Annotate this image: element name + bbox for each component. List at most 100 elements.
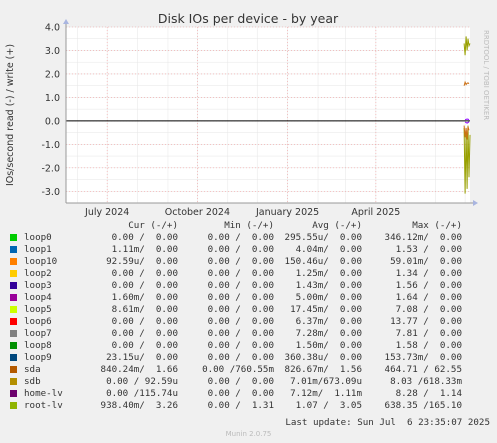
legend-cur: 938.40m/ 3.26 <box>100 400 178 411</box>
legend-name: loop7 <box>24 328 52 339</box>
legend-max: 7.08 / 0.00 <box>395 304 462 315</box>
legend-name: home-lv <box>24 388 63 399</box>
legend-cur: 8.61m/ 0.00 <box>111 304 178 315</box>
legend-cur: 0.00 / 92.59u <box>106 376 178 387</box>
legend-swatch <box>10 366 17 373</box>
legend-name: loop4 <box>24 292 52 303</box>
chart-title: Disk IOs per device - by year <box>158 11 339 26</box>
legend-avg: 17.45m/ 0.00 <box>290 304 362 315</box>
legend-swatch <box>10 294 17 301</box>
legend-swatch <box>10 282 17 289</box>
legend-row: loop8 0.00 / 0.00 0.00 / 0.00 1.50m/ 0.00 1.… <box>10 340 490 352</box>
plot-area <box>66 27 470 203</box>
y-tick-label: -3.0 <box>41 187 60 198</box>
legend-swatch <box>10 318 17 325</box>
legend-row: root-lv 938.40m/ 3.26 0.00 / 1.31 1.07 / 3.… <box>10 400 490 412</box>
legend-swatch <box>10 402 17 409</box>
legend-min: 0.00 / 0.00 <box>207 292 274 303</box>
legend-avg: 7.28m/ 0.00 <box>295 328 362 339</box>
legend-row: loop4 1.60m/ 0.00 0.00 / 0.00 5.00m/ 0.00 1.… <box>10 292 490 304</box>
y-tick-label: 0.0 <box>45 116 60 127</box>
y-tick-label: 3.0 <box>45 46 60 57</box>
legend-max: 1.56 / 0.00 <box>395 280 462 291</box>
header-cur: Cur (-/+) <box>128 220 178 231</box>
legend-min: 0.00 / 0.00 <box>207 376 274 387</box>
legend-header: Cur (-/+) Min (-/+) Avg (-/+) Max (-/+) <box>10 220 490 232</box>
legend-max: 59.01m/ 0.00 <box>390 256 462 267</box>
legend-name: loop10 <box>24 256 58 267</box>
legend-max: 464.71 / 62.55 <box>384 364 462 375</box>
legend-avg: 360.38u/ 0.00 <box>284 352 362 363</box>
y-tick-label: -2.0 <box>41 163 60 174</box>
legend-name: loop0 <box>24 232 52 243</box>
legend-max: 153.73m/ 0.00 <box>384 352 462 363</box>
legend-max: 1.34 / 0.00 <box>395 268 462 279</box>
legend-avg: 1.25m/ 0.00 <box>295 268 362 279</box>
legend-min: 0.00 / 0.00 <box>207 352 274 363</box>
legend-avg: 7.01m/673.09u <box>290 376 362 387</box>
legend-row: loop5 8.61m/ 0.00 0.00 / 0.00 17.45m/ 0.00 7… <box>10 304 490 316</box>
legend-row: loop9 23.15u/ 0.00 0.00 / 0.00 360.38u/ 0.0… <box>10 352 490 364</box>
legend-name: loop5 <box>24 304 52 315</box>
legend-avg: 5.00m/ 0.00 <box>295 292 362 303</box>
legend-cur: 1.11m/ 0.00 <box>111 244 178 255</box>
legend-min: 0.00 / 0.00 <box>207 328 274 339</box>
legend-min: 0.00 / 1.31 <box>207 400 274 411</box>
header-max: Max (-/+) <box>412 220 462 231</box>
legend-name: loop8 <box>24 340 52 351</box>
legend-row: loop1 1.11m/ 0.00 0.00 / 0.00 4.04m/ 0.00 1.… <box>10 244 490 256</box>
legend-min: 0.00 / 0.00 <box>207 268 274 279</box>
legend-swatch <box>10 330 17 337</box>
legend-avg: 6.37m/ 0.00 <box>295 316 362 327</box>
legend-avg: 295.55u/ 0.00 <box>284 232 362 243</box>
legend-row: loop10 92.59u/ 0.00 0.00 / 0.00 150.46u/ 0.… <box>10 256 490 268</box>
header-avg: Avg (-/+) <box>312 220 362 231</box>
legend-max: 1.58 / 0.00 <box>395 340 462 351</box>
header-min: Min (-/+) <box>224 220 274 231</box>
legend-min: 0.00 / 0.00 <box>207 388 274 399</box>
legend-cur: 0.00 / 0.00 <box>111 268 178 279</box>
legend-swatch <box>10 354 17 361</box>
legend-max: 8.28 / 1.14 <box>395 388 462 399</box>
legend-max: 638.35 /165.10 <box>384 400 462 411</box>
x-tick-label: October 2024 <box>165 207 230 218</box>
legend-cur: 23.15u/ 0.00 <box>106 352 178 363</box>
legend-swatch <box>10 246 17 253</box>
legend-cur: 840.24m/ 1.66 <box>100 364 178 375</box>
legend-row: loop7 0.00 / 0.00 0.00 / 0.00 7.28m/ 0.00 7.… <box>10 328 490 340</box>
munin-version: Munin 2.0.75 <box>225 430 272 438</box>
legend-max: 13.77 / 0.00 <box>390 316 462 327</box>
legend-cur: 1.60m/ 0.00 <box>111 292 178 303</box>
legend-row: loop0 0.00 / 0.00 0.00 / 0.00 295.55u/ 0.00… <box>10 232 490 244</box>
legend-swatch <box>10 390 17 397</box>
legend-max: 1.64 / 0.00 <box>395 292 462 303</box>
legend-name: loop2 <box>24 268 52 279</box>
legend-name: loop6 <box>24 316 52 327</box>
legend-name: loop1 <box>24 244 52 255</box>
legend-cur: 0.00 / 0.00 <box>111 328 178 339</box>
legend-avg: 1.50m/ 0.00 <box>295 340 362 351</box>
legend-cur: 0.00 /115.74u <box>106 388 178 399</box>
legend-name: root-lv <box>24 400 63 411</box>
legend-avg: 7.12m/ 1.11m <box>290 388 362 399</box>
legend-row: loop3 0.00 / 0.00 0.00 / 0.00 1.43m/ 0.00 1.… <box>10 280 490 292</box>
legend-name: sda <box>24 364 41 375</box>
legend-swatch <box>10 378 17 385</box>
legend-max: 346.12m/ 0.00 <box>384 232 462 243</box>
legend-name: sdb <box>24 376 41 387</box>
y-tick-label: 1.0 <box>45 93 60 104</box>
y-tick-label: 2.0 <box>45 69 60 80</box>
legend-row: home-lv 0.00 /115.74u 0.00 / 0.00 7.12m/ 1.… <box>10 388 490 400</box>
x-tick-label: July 2024 <box>84 207 129 218</box>
legend-cur: 0.00 / 0.00 <box>111 280 178 291</box>
legend-swatch <box>10 270 17 277</box>
legend-swatch <box>10 306 17 313</box>
y-tick-label: -1.0 <box>41 140 60 151</box>
legend-cur: 0.00 / 0.00 <box>111 340 178 351</box>
legend-max: 8.03 /618.33m <box>390 376 462 387</box>
legend-min: 0.00 / 0.00 <box>207 244 274 255</box>
legend-row: loop6 0.00 / 0.00 0.00 / 0.00 6.37m/ 0.00 13… <box>10 316 490 328</box>
chart: 4.0 3.0 2.0 1.0 0.0 -1.0 -2.0 -3.0 July 2024 Octo… <box>0 0 497 220</box>
legend-row: loop2 0.00 / 0.00 0.00 / 0.00 1.25m/ 0.00 1.… <box>10 268 490 280</box>
y-tick-label: 4.0 <box>45 23 60 34</box>
